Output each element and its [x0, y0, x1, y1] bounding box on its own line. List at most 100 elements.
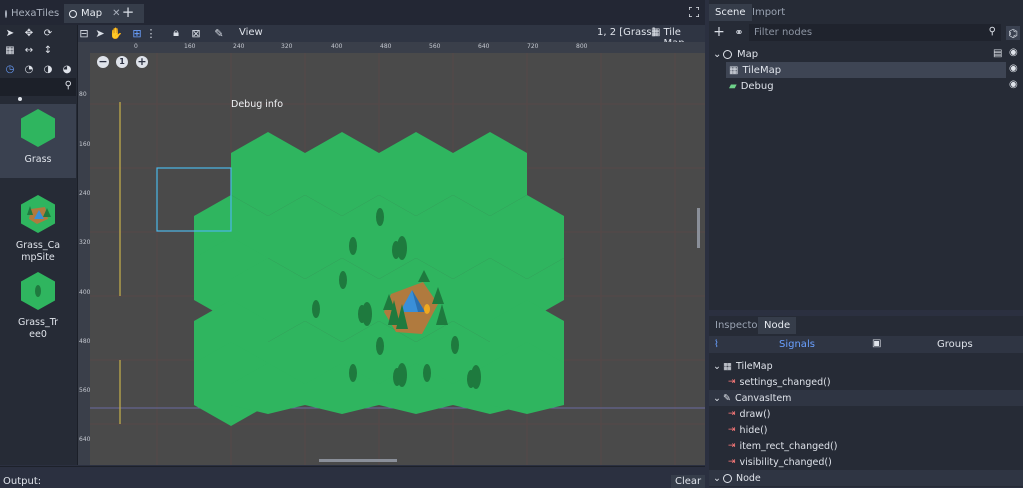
tree-item-map[interactable]: ⌄ Map ▤ ◉ [709, 46, 1023, 62]
zoom-reset-icon[interactable]: 1 [116, 56, 128, 68]
zoom-out-icon[interactable]: − [97, 56, 109, 68]
chevron-down-icon[interactable]: ⌄ [713, 393, 721, 404]
canvas-drawing [90, 53, 705, 465]
edit-tool-icon[interactable]: ⊟ [78, 27, 90, 40]
scene-icon [69, 9, 77, 18]
ruler-label: 80 [79, 91, 87, 98]
scene-panel: Scene Import + ⚭ Filter nodes ⚲ ⌬ ⌄ Map … [709, 0, 1023, 310]
signal-section-tilemap[interactable]: ⌄ ▦ TileMap [709, 358, 1023, 374]
flip-h-icon[interactable]: ↔ [22, 43, 36, 57]
snap-icon[interactable]: ⊞ [131, 27, 143, 40]
signal-item[interactable]: ⇥ hide() [709, 422, 1023, 438]
rotate-0-icon[interactable]: ◷ [3, 62, 17, 76]
ruler-label: 240 [233, 43, 245, 50]
campsite-tile-icon [21, 195, 55, 233]
label-node-icon: ▰ [729, 80, 737, 92]
scene-menu-icon[interactable]: ⌬ [1006, 26, 1020, 40]
ruler-label: 800 [576, 43, 588, 50]
tilemap-hexes [194, 132, 564, 426]
ruler-label: 0 [134, 43, 138, 50]
signal-icon: ⇥ [728, 425, 736, 435]
ruler-label: 560 [429, 43, 441, 50]
flip-v-icon[interactable]: ↕ [41, 43, 55, 57]
skeleton-icon[interactable]: ✎ [213, 27, 225, 40]
ruler-label: 160 [79, 141, 91, 148]
tree-item-debug[interactable]: ▰ Debug ◉ [709, 78, 1023, 94]
tree-item-label: TileMap [742, 64, 782, 76]
signal-icon: ⇥ [728, 457, 736, 467]
tilemap-icon: ▦ [722, 360, 732, 372]
tile-label: Grass_Tr ee0 [17, 317, 59, 340]
close-icon[interactable]: ✕ [112, 8, 120, 19]
signal-item[interactable]: ⇥ settings_changed() [709, 374, 1023, 390]
ruler-label: 640 [79, 436, 91, 443]
tile-item-grass-tree0[interactable]: Grass_Tr ee0 [0, 255, 76, 340]
tree-item-label: Debug [740, 80, 774, 92]
tile-search-input[interactable]: ⚲ [0, 78, 76, 96]
chevron-down-icon[interactable]: ⌄ [713, 361, 721, 372]
tab-label: Map [81, 8, 103, 19]
signal-label: visibility_changed() [739, 456, 832, 468]
grid-tool-icon[interactable]: ▦ [3, 43, 17, 57]
ruler-label: 320 [281, 43, 293, 50]
signal-section-canvasitem[interactable]: ⌄ ✎ CanvasItem [709, 390, 1023, 406]
fullscreen-icon[interactable] [688, 6, 700, 18]
ruler-label: 480 [380, 43, 392, 50]
move-tool-icon[interactable]: ✥ [22, 26, 36, 40]
pan-tool-icon[interactable]: ✋ [109, 27, 123, 40]
tab-hexatiles[interactable]: HexaTiles [0, 4, 63, 23]
link-icon[interactable]: ⚭ [733, 26, 745, 39]
vertical-ruler: 80 160 240 320 400 480 560 640 [78, 53, 90, 465]
rotate-180-icon[interactable]: ◑ [41, 62, 55, 76]
tree-item-label: Map [737, 48, 759, 60]
tab-groups[interactable]: Groups [937, 339, 973, 350]
canvas-viewport[interactable]: 0 160 240 320 400 480 560 640 720 800 80… [78, 42, 705, 465]
add-tab-icon[interactable]: + [121, 3, 135, 21]
rotate-90-icon[interactable]: ◔ [22, 62, 36, 76]
ruler-label: 160 [184, 43, 196, 50]
signal-label: settings_changed() [739, 376, 831, 388]
tile-palette-panel: ➤ ✥ ⟳ ▦ ↔ ↕ ◷ ◔ ◑ ◕ ⚲ Grass Grass_Ca mpS… [0, 25, 78, 465]
select-tool-icon[interactable]: ➤ [3, 26, 17, 40]
pencil-icon: ✎ [722, 392, 731, 404]
signal-item[interactable]: ⇥ item_rect_changed() [709, 438, 1023, 454]
script-icon[interactable]: ▤ [993, 48, 1002, 59]
signal-section-node[interactable]: ⌄ Node [709, 470, 1023, 486]
grass-tile-icon [21, 109, 55, 147]
rotate-tool-icon[interactable]: ⟳ [41, 26, 55, 40]
view-menu[interactable]: View [239, 27, 263, 38]
add-node-icon[interactable]: + [713, 24, 725, 40]
signal-icon: ⇥ [728, 377, 736, 387]
clear-button[interactable]: Clear [671, 475, 706, 488]
pointer-icon[interactable]: ➤ [94, 27, 106, 40]
section-title: CanvasItem [734, 392, 792, 404]
tile-item-grass[interactable]: Grass [0, 104, 76, 178]
visibility-eye-icon[interactable]: ◉ [1009, 63, 1018, 74]
signal-item[interactable]: ⇥ draw() [709, 406, 1023, 422]
lock-icon[interactable]: 🔒︎ [170, 26, 182, 39]
tilemap-icon: ▦ [729, 64, 739, 76]
chevron-down-icon[interactable]: ⌄ [713, 49, 721, 60]
zoom-slider-handle[interactable] [18, 97, 22, 101]
output-label: Output: [3, 476, 42, 487]
zoom-in-icon[interactable]: + [136, 56, 148, 68]
signal-item[interactable]: ⇥ visibility_changed() [709, 454, 1023, 470]
ruler-label: 640 [478, 43, 490, 50]
tile-item-grass-campsite[interactable]: Grass_Ca mpSite [0, 178, 76, 263]
signal-icon: ⇥ [728, 409, 736, 419]
tab-import[interactable]: Import [746, 4, 791, 21]
signal-label: item_rect_changed() [739, 440, 838, 452]
rotate-270-icon[interactable]: ◕ [60, 62, 74, 76]
group-icon[interactable]: ⊠ [190, 27, 202, 40]
tree-tile-icon [21, 272, 55, 310]
chevron-down-icon[interactable]: ⌄ [713, 473, 721, 484]
tab-node[interactable]: Node [758, 317, 797, 334]
more-options-icon[interactable]: ⋮ [146, 27, 157, 40]
tree-item-tilemap[interactable]: ▦ TileMap [726, 62, 1006, 78]
tab-signals[interactable]: Signals [779, 339, 815, 350]
visibility-eye-icon[interactable]: ◉ [1009, 79, 1018, 90]
node-subtabs: ⌇ Signals ▣ Groups [709, 336, 1023, 353]
visibility-eye-icon[interactable]: ◉ [1009, 47, 1018, 58]
filter-nodes-input[interactable]: Filter nodes ⚲ [749, 24, 1001, 41]
tile-label: Grass [24, 154, 52, 165]
